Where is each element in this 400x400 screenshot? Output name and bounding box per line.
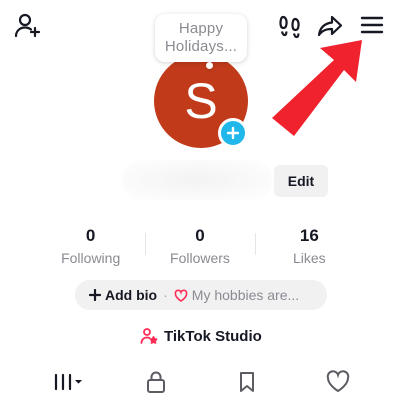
stat-label: Likes: [292, 250, 326, 266]
stat-divider: [145, 233, 146, 255]
add-bio-label: Add bio: [105, 287, 158, 303]
menu-button[interactable]: [355, 8, 389, 42]
stat-label: Followers: [170, 250, 230, 266]
profile-tabs: [0, 362, 400, 400]
heart-icon: [326, 370, 350, 393]
stat-value: 0: [195, 226, 205, 245]
stat-value: 16: [299, 226, 319, 245]
tab-favorites[interactable]: [233, 368, 261, 396]
edit-label: Edit: [287, 173, 315, 189]
tab-videos[interactable]: [52, 368, 86, 396]
heart-outline-icon: [174, 288, 188, 302]
add-bio-button[interactable]: Add bio · My hobbies are...: [75, 280, 327, 310]
footprints-icon: [279, 15, 300, 39]
add-friend-button[interactable]: [12, 10, 44, 42]
stat-value: 0: [85, 226, 96, 245]
plus-icon: [226, 126, 240, 140]
stat-label: Following: [61, 250, 121, 266]
note-bubble-tail: [206, 62, 213, 69]
avatar-add-button[interactable]: [218, 118, 248, 148]
studio-label: TikTok Studio: [164, 327, 262, 345]
note-line-1: Happy: [178, 20, 224, 37]
profile-views-button[interactable]: [274, 10, 306, 42]
note-line-2: Holidays...: [164, 38, 238, 55]
stat-likes[interactable]: 16 Likes: [255, 226, 364, 266]
plus-icon: [89, 289, 101, 301]
separator-dot: ·: [163, 287, 168, 303]
tiktok-studio-link[interactable]: TikTok Studio: [140, 325, 262, 347]
stat-divider: [255, 233, 256, 255]
lock-icon: [147, 371, 165, 393]
share-arrow-icon: [317, 15, 343, 37]
bookmark-icon: [240, 372, 254, 392]
person-star-icon: [140, 328, 158, 344]
share-button[interactable]: [314, 10, 346, 42]
profile-name-redacted: [122, 160, 272, 200]
profile-stats: 0 Following 0 Followers 16 Likes: [36, 226, 364, 266]
avatar-initial: S: [184, 73, 218, 129]
tab-liked[interactable]: [324, 368, 352, 396]
stat-followers[interactable]: 0 Followers: [145, 226, 254, 266]
tab-private[interactable]: [142, 368, 170, 396]
bio-hint: My hobbies are...: [191, 287, 300, 303]
stat-following[interactable]: 0 Following: [36, 226, 145, 266]
person-plus-icon: [14, 13, 41, 38]
edit-profile-button[interactable]: Edit: [274, 165, 328, 197]
note-bubble[interactable]: Happy Holidays...: [155, 14, 247, 62]
grid-icon: [54, 373, 82, 391]
hamburger-menu-icon: [360, 16, 384, 34]
